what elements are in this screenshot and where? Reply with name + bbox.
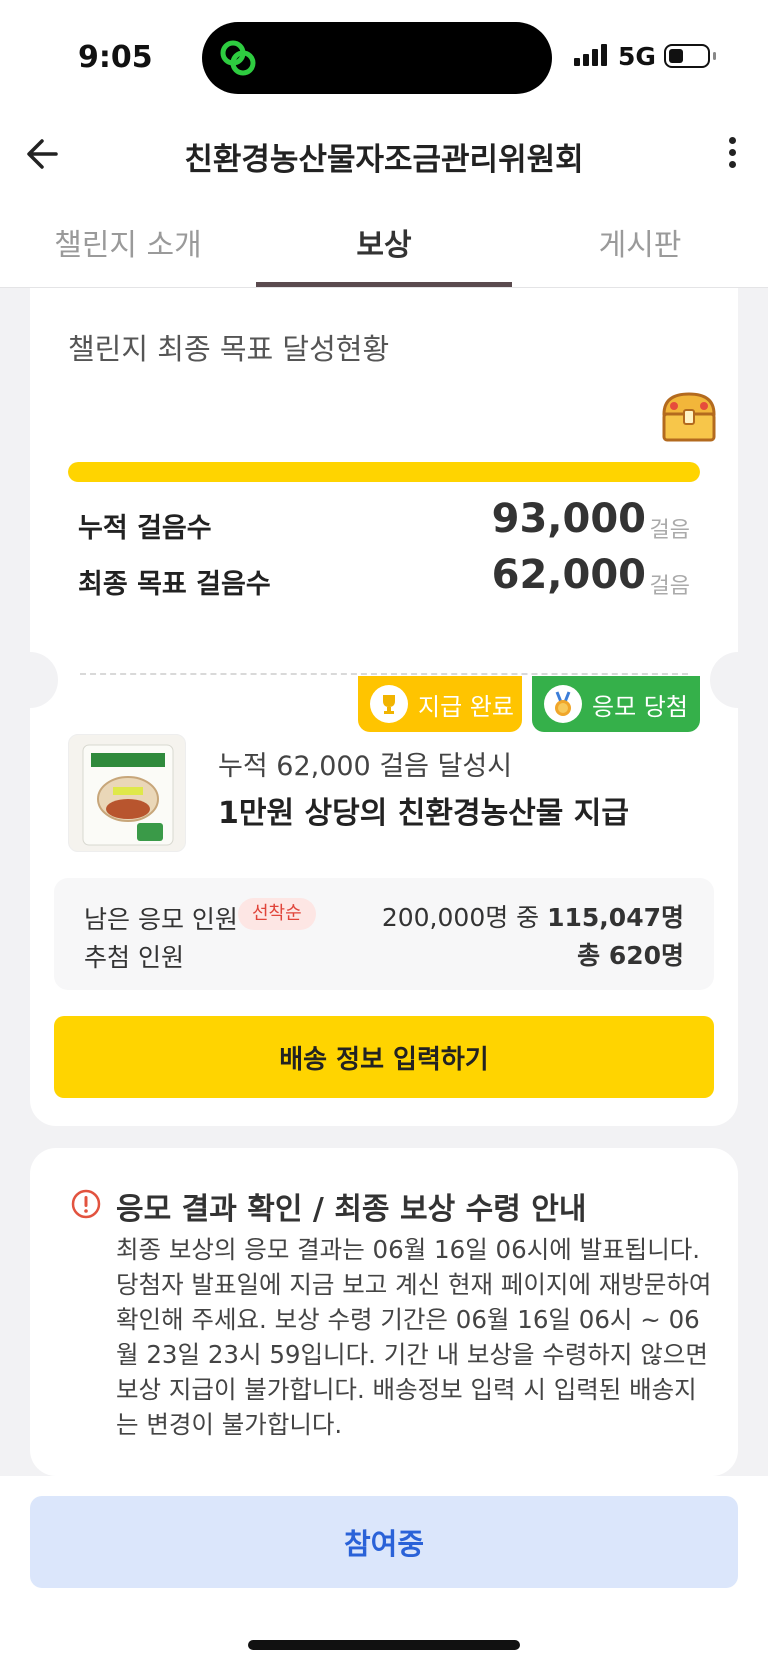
notice-title: 응모 결과 확인 / 최종 보상 수령 안내 (116, 1192, 587, 1227)
ticket-notch-left (2, 652, 58, 708)
goal-status-card: 챌린지 최종 목표 달성현황 누적 걸음수 93,000 걸음 최종 목표 걸음… (2, 288, 766, 1126)
goal-progress-bar (68, 462, 700, 482)
battery-icon (664, 44, 716, 68)
draw-count-value: 총 620명 (577, 941, 684, 970)
medal-icon (544, 685, 582, 723)
target-steps-row: 최종 목표 걸음수 62,000 걸음 (78, 552, 690, 602)
product-image (68, 734, 186, 852)
remaining-total: 200,000명 중 (381, 903, 548, 932)
alert-circle-icon (71, 1189, 101, 1219)
notice-body: 최종 보상의 응모 결과는 06월 16일 06시에 발표됩니다. 당첨자 발표… (116, 1235, 712, 1439)
goal-progress-fill (68, 462, 700, 482)
network-type: 5G (618, 42, 656, 71)
reward-condition: 누적 62,000 걸음 달성시 (218, 751, 513, 782)
remaining-applicants-value: 200,000명 중 115,047명 (382, 898, 684, 934)
draw-won-badge: 응모 당첨 (532, 676, 700, 732)
signal-icon (574, 44, 607, 66)
accumulated-steps-unit: 걸음 (649, 518, 690, 543)
draw-count-label: 추첨 인원 (84, 943, 184, 972)
target-steps-unit: 걸음 (649, 574, 690, 599)
dynamic-island (202, 22, 552, 94)
enter-shipping-info-button[interactable]: 배송 정보 입력하기 (54, 1016, 714, 1098)
notice-card: 응모 결과 확인 / 최종 보상 수령 안내 최종 보상의 응모 결과는 06월… (30, 1148, 738, 1476)
ticket-notch-right (710, 652, 766, 708)
app-link-icon (220, 40, 256, 76)
more-options-icon[interactable] (720, 132, 744, 180)
tab-bar: 챌린지 소개 보상 게시판 (0, 198, 768, 288)
trophy-icon (370, 685, 408, 723)
active-tab-indicator (256, 282, 512, 287)
tab-challenge-intro[interactable]: 챌린지 소개 (0, 220, 256, 264)
participating-button[interactable]: 참여중 (30, 1496, 738, 1588)
status-time: 9:05 (78, 40, 153, 75)
status-bar: 9:05 5G (0, 0, 768, 112)
dashed-divider (80, 673, 688, 675)
draw-won-label: 응모 당첨 (592, 692, 688, 721)
paid-complete-badge: 지급 완료 (358, 676, 522, 732)
reward-name: 1만원 상당의 친환경농산물 지급 (218, 796, 630, 831)
tab-reward[interactable]: 보상 (256, 220, 512, 264)
applicant-info-box: 남은 응모 인원 선착순 200,000명 중 115,047명 추첨 인원 총… (54, 878, 714, 990)
header: 친환경농산물자조금관리위원회 (0, 112, 768, 198)
remaining-count: 115,047명 (547, 903, 684, 932)
remaining-applicants-label: 남은 응모 인원 (84, 905, 238, 934)
target-steps-label: 최종 목표 걸음수 (78, 569, 271, 600)
paid-complete-label: 지급 완료 (418, 692, 514, 721)
target-steps-value: 62,000 (491, 552, 646, 598)
first-come-tag: 선착순 (238, 898, 316, 930)
accumulated-steps-row: 누적 걸음수 93,000 걸음 (78, 496, 690, 546)
home-indicator (248, 1640, 520, 1650)
treasure-chest-icon (662, 392, 716, 442)
goal-card-title: 챌린지 최종 목표 달성현황 (68, 332, 390, 366)
tab-board[interactable]: 게시판 (512, 220, 768, 264)
accumulated-steps-label: 누적 걸음수 (78, 513, 212, 544)
page-title: 친환경농산물자조금관리위원회 (184, 142, 584, 178)
bottom-bar: 참여중 (0, 1476, 768, 1665)
accumulated-steps-value: 93,000 (491, 496, 646, 542)
